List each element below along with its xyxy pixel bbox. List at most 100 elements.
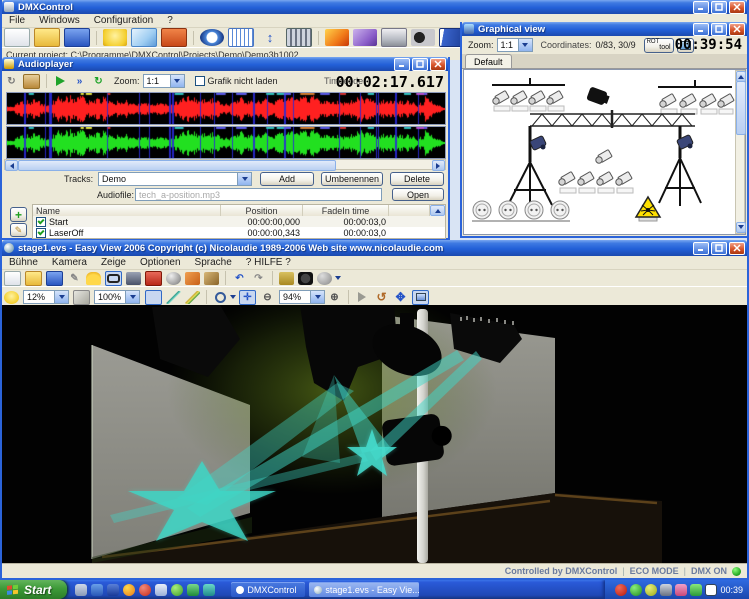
quicklaunch-icon-9[interactable] <box>203 584 215 596</box>
table-row[interactable]: LaserOff 00:00:00,343 00:00:03,0 <box>33 227 445 238</box>
waveform-right-channel[interactable] <box>6 126 446 159</box>
channel-grid-icon[interactable] <box>228 28 254 47</box>
table-row[interactable]: Start 00:00:00,000 00:00:03,0 <box>33 216 445 227</box>
tab-default[interactable]: Default <box>465 54 512 68</box>
open-stage-icon[interactable] <box>25 271 42 286</box>
stage-plot-vscrollbar[interactable] <box>735 70 745 234</box>
waveform-scrollbar[interactable] <box>4 159 446 170</box>
save-project-icon[interactable] <box>64 28 90 47</box>
menu-file[interactable]: File <box>2 14 32 27</box>
add-button[interactable]: Add <box>260 172 314 186</box>
chevron-down-icon[interactable] <box>310 291 324 303</box>
dmxcontrol-titlebar[interactable]: DMXControl <box>2 0 747 14</box>
grafik-checkbox[interactable] <box>195 76 205 86</box>
column-header-position[interactable]: Position <box>221 205 303 216</box>
chevron-down-icon[interactable] <box>125 291 139 303</box>
graphical-view-titlebar[interactable]: Graphical view <box>462 22 747 36</box>
beam-draw-icon[interactable] <box>166 291 181 304</box>
minimize-button[interactable] <box>693 242 709 255</box>
new-project-icon[interactable] <box>4 28 30 47</box>
play-icon[interactable] <box>53 75 68 88</box>
menu-zeige[interactable]: Zeige <box>94 256 133 269</box>
chevron-down-icon[interactable] <box>170 75 184 87</box>
start-button[interactable]: Start <box>0 580 67 599</box>
quicklaunch-icon-7[interactable] <box>171 584 183 596</box>
light-intensity-select[interactable]: 12% <box>23 290 69 304</box>
menu-sprache[interactable]: Sprache <box>188 256 239 269</box>
pencil-icon[interactable]: ✎ <box>67 272 82 285</box>
tray-icon-1[interactable] <box>615 584 627 596</box>
chevron-down-icon[interactable] <box>237 173 251 185</box>
chevron-down-icon[interactable] <box>335 276 341 283</box>
pan-view-icon[interactable]: ✥ <box>393 291 408 304</box>
boot-icon[interactable] <box>204 272 219 285</box>
scroll-left-icon[interactable] <box>5 160 18 171</box>
reset-camera-icon[interactable] <box>412 290 429 305</box>
ball-render-icon[interactable] <box>317 272 332 285</box>
edit-cue-icon[interactable]: ✎ <box>10 223 27 237</box>
scroll-up-icon[interactable] <box>430 205 445 216</box>
tray-icon-3[interactable] <box>645 584 657 596</box>
close-button[interactable] <box>729 242 745 255</box>
menu-hilfe[interactable]: ? HILFE ? <box>239 256 298 269</box>
zoom-select[interactable]: 1:1 <box>143 74 185 88</box>
maximize-button[interactable] <box>711 1 727 14</box>
tray-icon-5[interactable] <box>675 584 687 596</box>
firefox-icon[interactable] <box>123 584 135 596</box>
minimize-button[interactable] <box>693 1 709 14</box>
rename-button[interactable]: Umbenennen <box>321 172 383 186</box>
tracks-select[interactable]: Demo <box>98 172 252 186</box>
scroll-down-icon[interactable] <box>736 222 746 233</box>
quicklaunch-icon-3[interactable] <box>107 584 119 596</box>
chevron-down-icon[interactable] <box>518 39 532 51</box>
menu-optionen[interactable]: Optionen <box>133 256 188 269</box>
view-zoom-select[interactable]: 94% <box>279 290 325 304</box>
column-header-name[interactable]: Name <box>33 205 221 216</box>
maximize-button[interactable] <box>711 23 727 36</box>
scroll-right-icon[interactable] <box>432 160 445 171</box>
eye-icon[interactable] <box>200 29 224 46</box>
box-view-icon[interactable] <box>73 290 90 305</box>
effects-hand-icon[interactable] <box>325 29 349 46</box>
close-button[interactable] <box>729 1 745 14</box>
construction-mode-icon[interactable] <box>86 272 101 285</box>
beam-color-icon[interactable] <box>185 291 200 304</box>
zoom-plus-icon[interactable]: ⊕ <box>327 291 342 304</box>
chevron-down-icon[interactable] <box>230 295 236 302</box>
show-desktop-icon[interactable] <box>75 584 87 596</box>
undo-icon[interactable]: ↶ <box>232 272 247 285</box>
audiofile-input[interactable]: tech_a-position.mp3 <box>135 188 382 201</box>
skip-icon[interactable]: » <box>72 75 87 88</box>
open-project-icon[interactable] <box>34 28 60 47</box>
audio-effect-icon[interactable] <box>161 28 187 47</box>
minimize-button[interactable] <box>394 58 410 71</box>
lamp-icon[interactable] <box>103 29 127 46</box>
tray-icon-6[interactable] <box>690 584 702 596</box>
scrollbar-thumb[interactable] <box>736 81 746 135</box>
zoom-select[interactable]: 1:1 <box>497 38 533 52</box>
quicklaunch-icon-2[interactable] <box>91 584 103 596</box>
taskbar-button-easyview[interactable]: stage1.evs - Easy Vie... <box>309 582 419 597</box>
grafik-checkbox-label[interactable]: Grafik nicht laden <box>208 76 278 86</box>
taskbar-clock[interactable]: 00:39 <box>720 585 743 595</box>
close-button[interactable] <box>430 58 446 71</box>
menu-kamera[interactable]: Kamera <box>45 256 94 269</box>
rotation-tool-button[interactable]: ROT tool <box>644 38 674 53</box>
quicklaunch-icon-8[interactable] <box>187 584 199 596</box>
transfer-arrows-icon[interactable]: ↕ <box>258 29 282 46</box>
waveform-left-channel[interactable] <box>6 92 446 125</box>
menu-windows[interactable]: Windows <box>32 14 87 27</box>
scene-masks-icon[interactable] <box>353 29 377 46</box>
redo-icon[interactable]: ↷ <box>251 272 266 285</box>
cue-checkbox[interactable] <box>36 228 46 238</box>
close-button[interactable] <box>729 23 745 36</box>
ambient-select[interactable]: 100% <box>94 290 140 304</box>
quicklaunch-icon-6[interactable] <box>155 584 167 596</box>
light-bulb-icon[interactable] <box>4 291 19 304</box>
refresh-icon[interactable]: ↻ <box>91 75 106 88</box>
minimize-button[interactable] <box>693 23 709 36</box>
rotate-view-icon[interactable]: ↺ <box>374 291 389 304</box>
chevron-down-icon[interactable] <box>54 291 68 303</box>
maximize-button[interactable] <box>412 58 428 71</box>
audioplayer-titlebar[interactable]: Audioplayer <box>2 57 448 71</box>
